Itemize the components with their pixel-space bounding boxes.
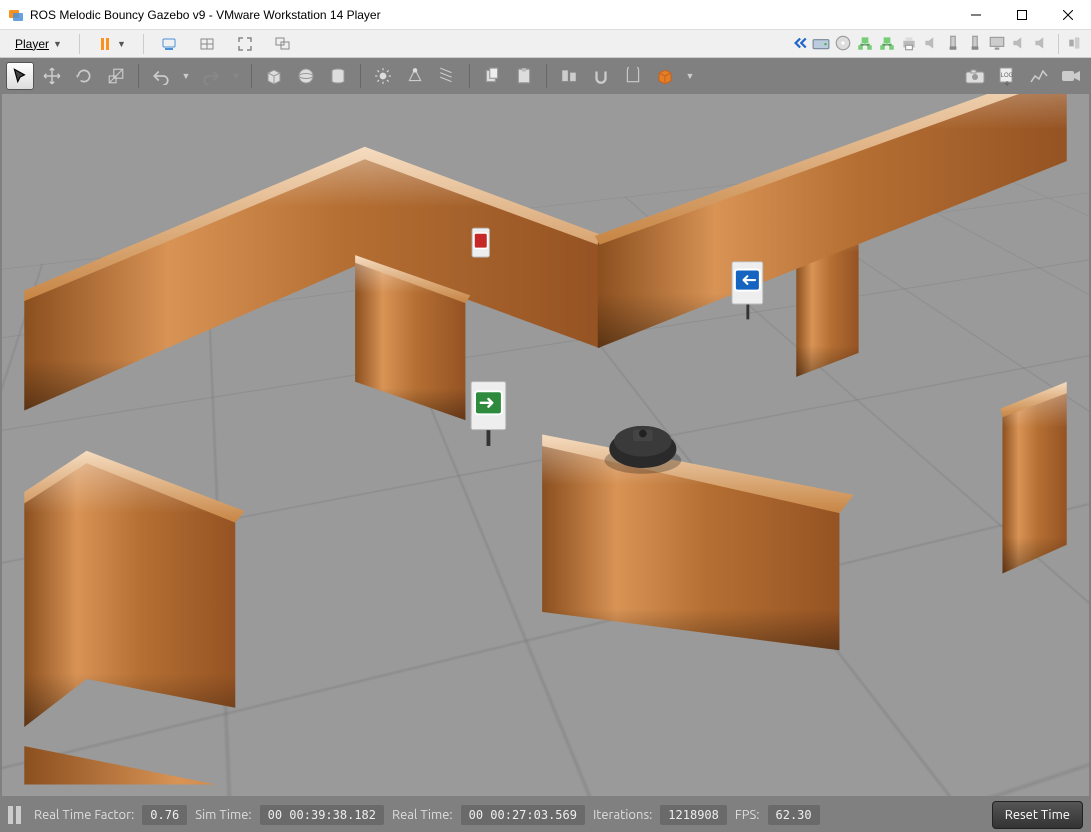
undo-dropdown[interactable]: ▼ [179,62,193,90]
cylinder-shape-button[interactable] [324,62,352,90]
toolbar-separator [251,64,252,88]
vmware-app-icon [8,7,24,23]
scale-tool[interactable] [102,62,130,90]
sim-time-label: Sim Time: [195,808,251,822]
send-ctrl-alt-del-button[interactable] [152,33,186,55]
usb2-icon[interactable] [966,34,984,52]
view-angle-button[interactable] [651,62,679,90]
close-button[interactable] [1045,0,1091,30]
sim-time-value: 00 00:39:38.182 [260,805,384,825]
window-controls [953,0,1091,30]
iterations-value: 1218908 [660,805,727,825]
unity-button[interactable] [266,33,300,55]
vmware-toolbar: Player ▼ ▼ [0,30,1091,58]
unity-icon [275,36,291,52]
log-button[interactable]: LOG [993,62,1021,90]
snapshot-button[interactable] [190,33,224,55]
toolbar-separator [469,64,470,88]
gazebo-statusbar: Real Time Factor: 0.76 Sim Time: 00 00:3… [0,798,1091,832]
pause-icon [97,36,113,52]
align-button[interactable] [555,62,583,90]
network2-icon[interactable] [878,34,896,52]
gazebo-viewport[interactable] [0,94,1091,798]
select-tool[interactable] [6,62,34,90]
tools-icon[interactable] [1067,34,1085,52]
sound-icon[interactable] [922,34,940,52]
player-menu-button[interactable]: Player ▼ [6,33,71,55]
window-titlebar: ROS Melodic Bouncy Gazebo v9 - VMware Wo… [0,0,1091,30]
snap-button[interactable] [587,62,615,90]
scene-svg [2,94,1089,796]
sphere-shape-button[interactable] [292,62,320,90]
minimize-button[interactable] [953,0,999,30]
rtf-label: Real Time Factor: [34,808,134,822]
toolbar-divider [1058,34,1059,54]
fps-value: 62.30 [768,805,820,825]
cd-icon[interactable] [834,34,852,52]
directional-light-button[interactable] [433,62,461,90]
wall-bottom-left [24,746,638,784]
box-shape-button[interactable] [260,62,288,90]
real-time-label: Real Time: [392,808,453,822]
iterations-label: Iterations: [593,808,652,822]
redo-dropdown[interactable]: ▼ [229,62,243,90]
chevron-down-icon: ▼ [117,39,126,49]
maximize-button[interactable] [999,0,1045,30]
sound2-icon[interactable] [1010,34,1028,52]
undo-button[interactable] [147,62,175,90]
printer-icon[interactable] [900,34,918,52]
robot [604,426,681,474]
rotate-tool[interactable] [70,62,98,90]
toolbar-separator [360,64,361,88]
chevrons-icon[interactable] [790,34,808,52]
screenshot-button[interactable] [961,62,989,90]
redo-button[interactable] [197,62,225,90]
window-title: ROS Melodic Bouncy Gazebo v9 - VMware Wo… [30,8,953,22]
paste-button[interactable] [510,62,538,90]
bt-icon[interactable] [1032,34,1050,52]
sign-green [471,382,506,446]
svg-text:LOG: LOG [1001,73,1014,79]
move-tool[interactable] [38,62,66,90]
sign-red [472,228,489,257]
wall-back [24,94,1066,420]
play-pause-button[interactable] [8,806,26,824]
display-icon[interactable] [988,34,1006,52]
toolbar-separator [546,64,547,88]
copy-button[interactable] [478,62,506,90]
toolbar-separator [138,64,139,88]
chevron-down-icon: ▼ [53,39,62,49]
usb-icon[interactable] [944,34,962,52]
wall-center [542,434,854,650]
view-angle-dropdown[interactable]: ▼ [683,62,697,90]
pause-vm-button[interactable]: ▼ [88,33,135,55]
fps-label: FPS: [735,808,760,822]
toolbar-divider [79,34,80,54]
point-light-button[interactable] [369,62,397,90]
real-time-value: 00 00:27:03.569 [461,805,585,825]
reset-time-button[interactable]: Reset Time [992,801,1083,829]
wall-left-near [24,451,245,727]
plot-button[interactable] [1025,62,1053,90]
rtf-value: 0.76 [142,805,187,825]
fullscreen-icon [237,36,253,52]
network-icon[interactable] [856,34,874,52]
snapshot-icon [199,36,215,52]
vmware-tray [790,34,1085,54]
spot-light-button[interactable] [401,62,429,90]
drive-icon[interactable] [812,34,830,52]
tape-button[interactable] [619,62,647,90]
wall-right [1001,382,1067,574]
fullscreen-button[interactable] [228,33,262,55]
toolbar-divider [143,34,144,54]
player-menu-label: Player [15,37,49,51]
record-button[interactable] [1057,62,1085,90]
send-keys-icon [161,36,177,52]
gazebo-toolbar: ▼ ▼ ▼ LOG [0,58,1091,94]
